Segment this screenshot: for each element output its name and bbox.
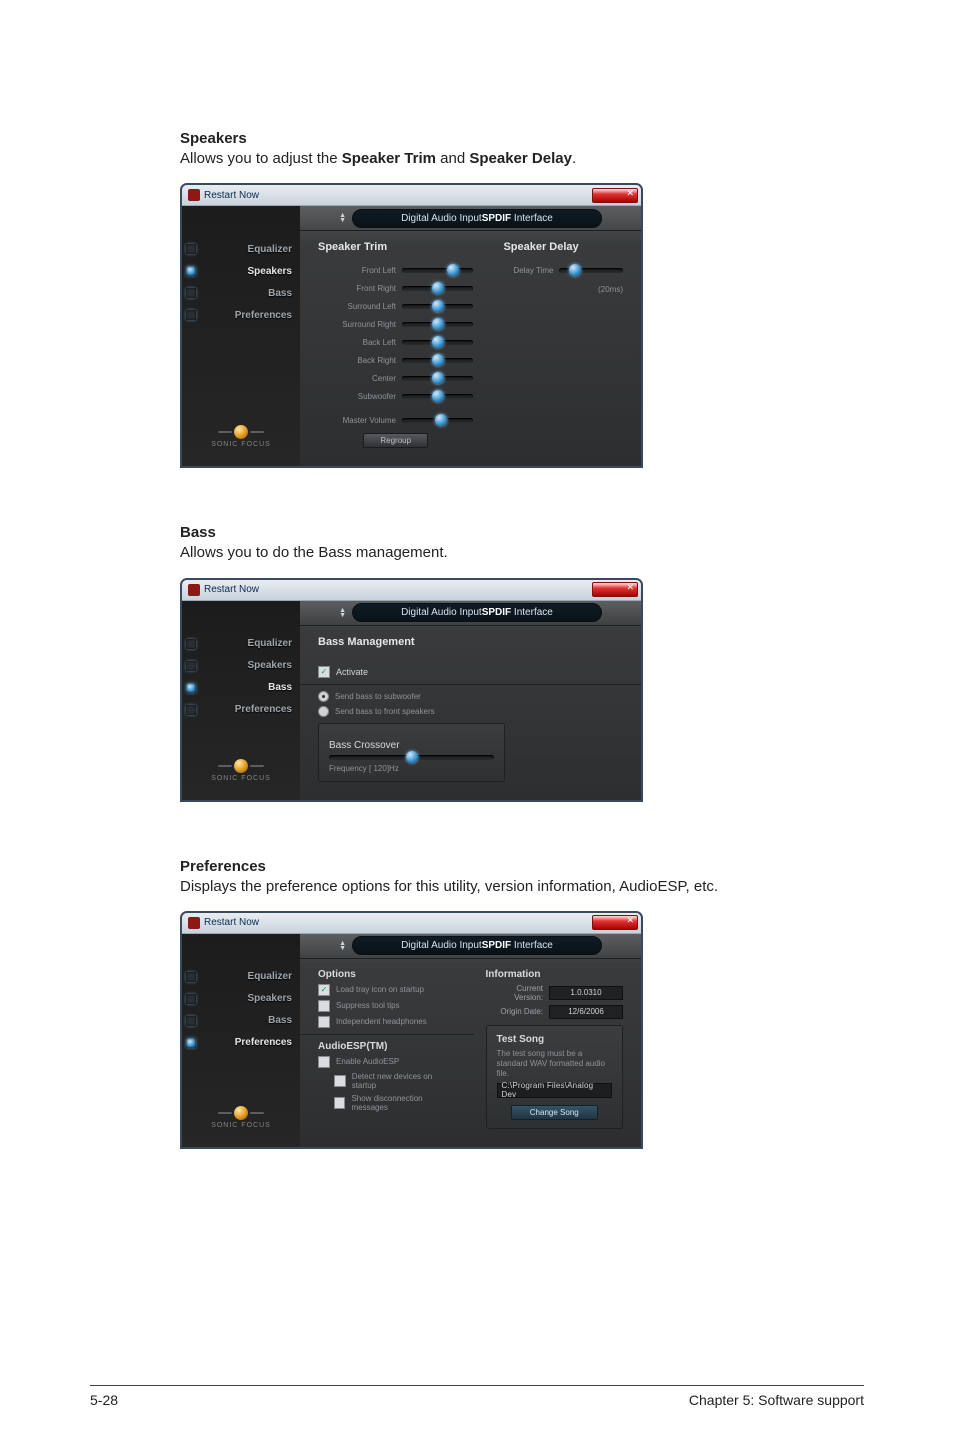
opt-suppress-tips[interactable]: Suppress tool tips: [318, 1000, 456, 1012]
slider-surround-left[interactable]: [402, 304, 473, 309]
panel-preferences: ▲▼ Digital Audio InputSPDIF Interface Op…: [300, 934, 641, 1147]
close-button[interactable]: [592, 582, 638, 597]
sidebar-item-preferences[interactable]: Preferences: [182, 304, 300, 326]
panel-bass: ▲▼ Digital Audio InputSPDIF Interface Ba…: [300, 601, 641, 800]
slider-front-left[interactable]: [402, 268, 473, 273]
delay-unit-label: (20ms): [598, 285, 623, 294]
tab-selector[interactable]: Digital Audio InputSPDIF Interface: [352, 209, 602, 228]
speakers-desc: Allows you to adjust the Speaker Trim an…: [180, 149, 864, 169]
preferences-desc: Displays the preference options for this…: [180, 877, 864, 897]
tab-stepper-icon[interactable]: ▲▼: [339, 213, 346, 223]
app-icon: [188, 584, 200, 596]
text: Allows you to adjust the: [180, 150, 342, 167]
options-title: Options: [318, 969, 456, 980]
close-button[interactable]: [592, 915, 638, 930]
sidebar-item-speakers[interactable]: Speakers: [182, 988, 300, 1010]
text: .: [572, 150, 576, 167]
panel-title: Bass Management: [318, 636, 623, 648]
sidebar-item-bass[interactable]: Bass: [182, 1010, 300, 1032]
sidebar-item-preferences[interactable]: Preferences: [182, 1032, 300, 1054]
change-song-button[interactable]: Change Song: [511, 1105, 598, 1120]
opt-enable-audioesp[interactable]: Enable AudioESP: [318, 1056, 456, 1068]
brand-logo: SONIC FOCUS: [211, 413, 271, 458]
regroup-button[interactable]: Regroup: [363, 433, 428, 448]
brand-logo: SONIC FOCUS: [211, 1094, 271, 1139]
opt-detect-devices[interactable]: Detect new devices on startup: [334, 1072, 456, 1090]
tab-stepper-icon[interactable]: ▲▼: [339, 941, 346, 951]
information-title: Information: [486, 969, 624, 980]
slider-delay-time[interactable]: [559, 268, 623, 273]
column-title-delay: Speaker Delay: [503, 241, 623, 253]
sidebar: Equalizer Speakers Bass Preferences SONI…: [182, 601, 300, 800]
sidebar-item-equalizer[interactable]: Equalizer: [182, 633, 300, 655]
sidebar-item-equalizer[interactable]: Equalizer: [182, 238, 300, 260]
tab-selector[interactable]: Digital Audio InputSPDIF Interface: [352, 936, 602, 955]
app-icon: [188, 917, 200, 929]
preferences-screenshot: Restart Now Equalizer Speakers Bass Pref…: [180, 911, 643, 1149]
slider-crossover[interactable]: [329, 755, 494, 760]
radio-subwoofer[interactable]: Send bass to subwoofer: [318, 691, 623, 702]
sidebar: Equalizer Speakers Bass Preferences SONI…: [182, 206, 300, 466]
slider-front-right[interactable]: [402, 286, 473, 291]
bass-screenshot: Restart Now Equalizer Speakers Bass Pref…: [180, 578, 643, 802]
panel-speakers: ▲▼ Digital Audio InputSPDIF Interface Sp…: [300, 206, 641, 466]
sidebar-item-bass[interactable]: Bass: [182, 677, 300, 699]
sidebar-item-speakers[interactable]: Speakers: [182, 655, 300, 677]
text-bold: Speaker Delay: [469, 150, 572, 167]
sidebar-item-speakers[interactable]: Speakers: [182, 260, 300, 282]
activate-checkbox[interactable]: ✓Activate: [318, 666, 623, 678]
version-field: 1.0.0310: [549, 986, 623, 1000]
slider-subwoofer[interactable]: [402, 394, 473, 399]
slider-center[interactable]: [402, 376, 473, 381]
test-song-path[interactable]: C:\Program Files\Analog Dev: [497, 1083, 613, 1098]
window-titlebar: Restart Now: [182, 913, 641, 934]
window-titlebar: Restart Now: [182, 580, 641, 601]
tab-selector[interactable]: Digital Audio InputSPDIF Interface: [352, 603, 602, 622]
origin-date-field: 12/6/2006: [549, 1005, 623, 1019]
speakers-screenshot: Restart Now Equalizer Speakers Bass Pref…: [180, 183, 643, 468]
page-number: 5-28: [90, 1392, 118, 1408]
opt-independent-headphones[interactable]: Independent headphones: [318, 1016, 456, 1028]
tab-stepper-icon[interactable]: ▲▼: [339, 608, 346, 618]
sidebar-item-equalizer[interactable]: Equalizer: [182, 966, 300, 988]
slider-surround-right[interactable]: [402, 322, 473, 327]
bass-desc: Allows you to do the Bass management.: [180, 543, 864, 563]
column-title-trim: Speaker Trim: [318, 241, 473, 253]
slider-master-volume[interactable]: [402, 418, 473, 423]
text: and: [436, 150, 469, 167]
window-title: Restart Now: [204, 584, 259, 595]
bass-heading: Bass: [180, 524, 864, 541]
slider-back-right[interactable]: [402, 358, 473, 363]
window-titlebar: Restart Now: [182, 185, 641, 206]
sidebar: Equalizer Speakers Bass Preferences SONI…: [182, 934, 300, 1147]
app-icon: [188, 189, 200, 201]
close-button[interactable]: [592, 188, 638, 203]
slider-back-left[interactable]: [402, 340, 473, 345]
text-bold: Speaker Trim: [342, 150, 436, 167]
sidebar-item-preferences[interactable]: Preferences: [182, 699, 300, 721]
crossover-frequency: Frequency [ 120]Hz: [329, 764, 494, 773]
speakers-heading: Speakers: [180, 130, 864, 147]
test-song-title: Test Song: [497, 1034, 613, 1045]
crossover-title: Bass Crossover: [329, 740, 494, 751]
brand-logo: SONIC FOCUS: [211, 747, 271, 792]
sidebar-item-bass[interactable]: Bass: [182, 282, 300, 304]
window-title: Restart Now: [204, 917, 259, 928]
preferences-heading: Preferences: [180, 858, 864, 875]
window-title: Restart Now: [204, 190, 259, 201]
test-song-note: The test song must be a standard WAV for…: [497, 1049, 613, 1079]
opt-tray-icon[interactable]: ✓Load tray icon on startup: [318, 984, 456, 996]
opt-disconnect-msgs[interactable]: Show disconnection messages: [334, 1094, 456, 1112]
audioesp-title: AudioESP(TM): [318, 1041, 456, 1052]
chapter-label: Chapter 5: Software support: [689, 1392, 864, 1408]
radio-front-speakers[interactable]: Send bass to front speakers: [318, 706, 623, 717]
